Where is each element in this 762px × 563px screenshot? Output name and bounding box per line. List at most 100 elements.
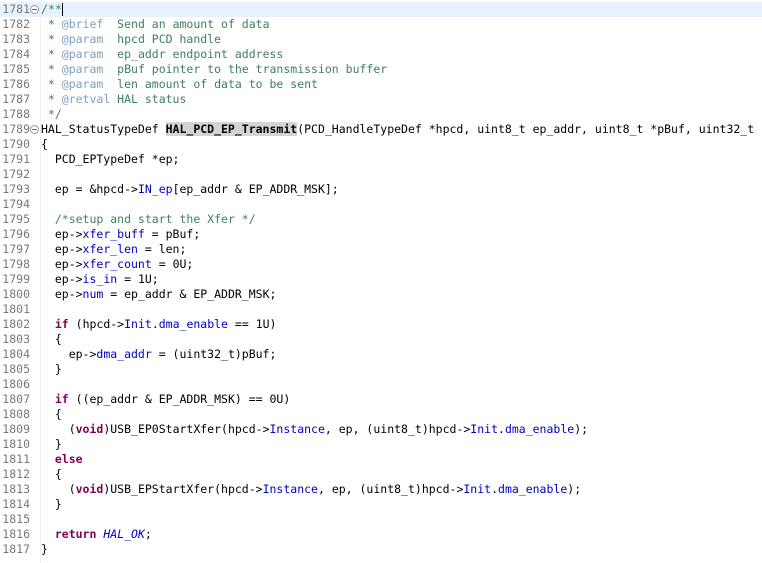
line-number: 1784 (2, 47, 30, 61)
code-text: if ((ep_addr & EP_ADDR_MSK) == 0U) (41, 392, 290, 407)
line-number: 1808 (2, 407, 30, 421)
code-line[interactable]: 1789 HAL_StatusTypeDef HAL_PCD_EP_Transmi… (0, 122, 762, 137)
code-line[interactable]: 1781 /** (0, 2, 762, 17)
code-line[interactable]: 1808 { (0, 407, 762, 422)
code-text: (void)USB_EP0StartXfer(hpcd->Instance, e… (41, 422, 588, 437)
code-token: . (491, 482, 499, 496)
code-line[interactable]: 1790 { (0, 137, 762, 152)
line-number: 1800 (2, 287, 30, 301)
code-token: ep = &hpcd-> (41, 182, 138, 196)
code-token: xfer_buff (82, 227, 145, 241)
code-token: ep_addr endpoint address (103, 47, 284, 61)
code-line[interactable]: 1802 if (hpcd->Init.dma_enable == 1U) (0, 317, 762, 332)
code-line[interactable]: 1812 { (0, 467, 762, 482)
code-token: @brief (61, 17, 104, 31)
fold-collapse-icon[interactable] (30, 125, 39, 134)
code-token: @param (61, 62, 104, 76)
line-number: 1796 (2, 227, 30, 241)
code-token: = (uint32_t)pBuf; (151, 347, 277, 361)
code-line[interactable]: 1814 } (0, 497, 762, 512)
code-line[interactable]: 1783 * @param hpcd PCD handle (0, 32, 762, 47)
code-text: /*setup and start the Xfer */ (41, 212, 256, 227)
code-line[interactable]: 1816 return HAL_OK; (0, 527, 762, 542)
code-line[interactable]: 1801 (0, 302, 762, 317)
code-token: return (54, 527, 97, 541)
code-token: { (41, 137, 48, 151)
code-token: @retval (61, 92, 111, 106)
code-editor[interactable]: 1781/** 1782 * @brief Send an amount of d… (0, 0, 762, 563)
line-number: 1813 (2, 482, 30, 496)
code-line[interactable]: 1782 * @brief Send an amount of data (0, 17, 762, 32)
code-token: Instance (269, 422, 325, 436)
code-token: dma_enable (158, 317, 228, 331)
code-token: [ep_addr & EP_ADDR_MSK]; (172, 182, 339, 196)
line-number: 1799 (2, 272, 30, 286)
code-token: )USB_EPStartXfer(hpcd-> (103, 482, 263, 496)
code-token: HAL_StatusTypeDef (41, 122, 166, 136)
code-line[interactable]: 1805 } (0, 362, 762, 377)
line-number: 1794 (2, 197, 30, 211)
code-line[interactable]: 1798 ep->xfer_count = 0U; (0, 257, 762, 272)
code-token: /*setup and start the Xfer */ (41, 212, 256, 226)
code-token: ep-> (41, 227, 83, 241)
code-line[interactable]: 1786 * @param len amount of data to be s… (0, 77, 762, 92)
code-line[interactable]: 1795 /*setup and start the Xfer */ (0, 212, 762, 227)
code-line[interactable]: 1813 (void)USB_EPStartXfer(hpcd->Instanc… (0, 482, 762, 497)
code-line[interactable]: 1804 ep->dma_addr = (uint32_t)pBuf; (0, 347, 762, 362)
code-line[interactable]: 1806 (0, 377, 762, 392)
code-line[interactable]: 1807 if ((ep_addr & EP_ADDR_MSK) == 0U) (0, 392, 762, 407)
code-token: ep-> (41, 272, 83, 286)
fold-collapse-icon[interactable] (30, 5, 39, 14)
line-number: 1791 (2, 152, 30, 166)
code-line[interactable]: 1797 ep->xfer_len = len; (0, 242, 762, 257)
code-token: void (75, 422, 104, 436)
code-token: ( (41, 482, 76, 496)
code-line[interactable]: 1796 ep->xfer_buff = pBuf; (0, 227, 762, 242)
code-token: @param (61, 77, 104, 91)
code-token: xfer_count (82, 257, 152, 271)
code-line[interactable]: 1793 ep = &hpcd->IN_ep[ep_addr & EP_ADDR… (0, 182, 762, 197)
code-token: ep-> (41, 257, 83, 271)
code-line[interactable]: 1809 (void)USB_EP0StartXfer(hpcd->Instan… (0, 422, 762, 437)
code-text: ep->num = ep_addr & EP_ADDR_MSK; (41, 287, 277, 302)
code-token: = ep_addr & EP_ADDR_MSK; (103, 287, 277, 301)
code-token: PCD_EPTypeDef *ep; (41, 152, 180, 166)
code-token: { (41, 467, 62, 481)
code-text: */ (41, 107, 62, 122)
code-token: } (41, 437, 62, 451)
code-token: else (54, 452, 83, 466)
code-text: { (41, 407, 62, 422)
code-line[interactable]: 1799 ep->is_in = 1U; (0, 272, 762, 287)
code-line[interactable]: 1785 * @param pBuf pointer to the transm… (0, 62, 762, 77)
code-text: ep->xfer_len = len; (41, 242, 187, 257)
code-token: * (41, 17, 62, 31)
code-line[interactable]: 1794 (0, 197, 762, 212)
code-token: is_in (82, 272, 118, 286)
code-line[interactable]: 1791 PCD_EPTypeDef *ep; (0, 152, 762, 167)
code-token: ); (574, 422, 589, 436)
code-text: * @brief Send an amount of data (41, 17, 270, 32)
code-line[interactable]: 1817} (0, 542, 762, 557)
code-line[interactable]: 1800 ep->num = ep_addr & EP_ADDR_MSK; (0, 287, 762, 302)
line-number: 1809 (2, 422, 30, 436)
code-lines[interactable]: 1781/** 1782 * @brief Send an amount of d… (0, 2, 762, 557)
code-line[interactable]: 1810 } (0, 437, 762, 452)
code-token: Init (124, 317, 152, 331)
code-line[interactable]: 1811 else (0, 452, 762, 467)
code-token: dma_enable (504, 422, 575, 436)
code-line[interactable]: 1788 */ (0, 107, 762, 122)
code-line[interactable]: 1784 * @param ep_addr endpoint address (0, 47, 762, 62)
code-line[interactable]: 1815 (0, 512, 762, 527)
code-line[interactable]: 1792 (0, 167, 762, 182)
code-token: , ep, (uint8_t)hpcd-> (317, 482, 464, 496)
line-number: 1804 (2, 347, 30, 361)
code-line[interactable]: 1803 { (0, 332, 762, 347)
code-token: ep-> (41, 287, 83, 301)
line-number: 1783 (2, 32, 30, 46)
code-token: = len; (137, 242, 187, 256)
line-number: 1807 (2, 392, 30, 406)
line-number: 1810 (2, 437, 30, 451)
code-token: * (41, 62, 62, 76)
code-line[interactable]: 1787 * @retval HAL status (0, 92, 762, 107)
